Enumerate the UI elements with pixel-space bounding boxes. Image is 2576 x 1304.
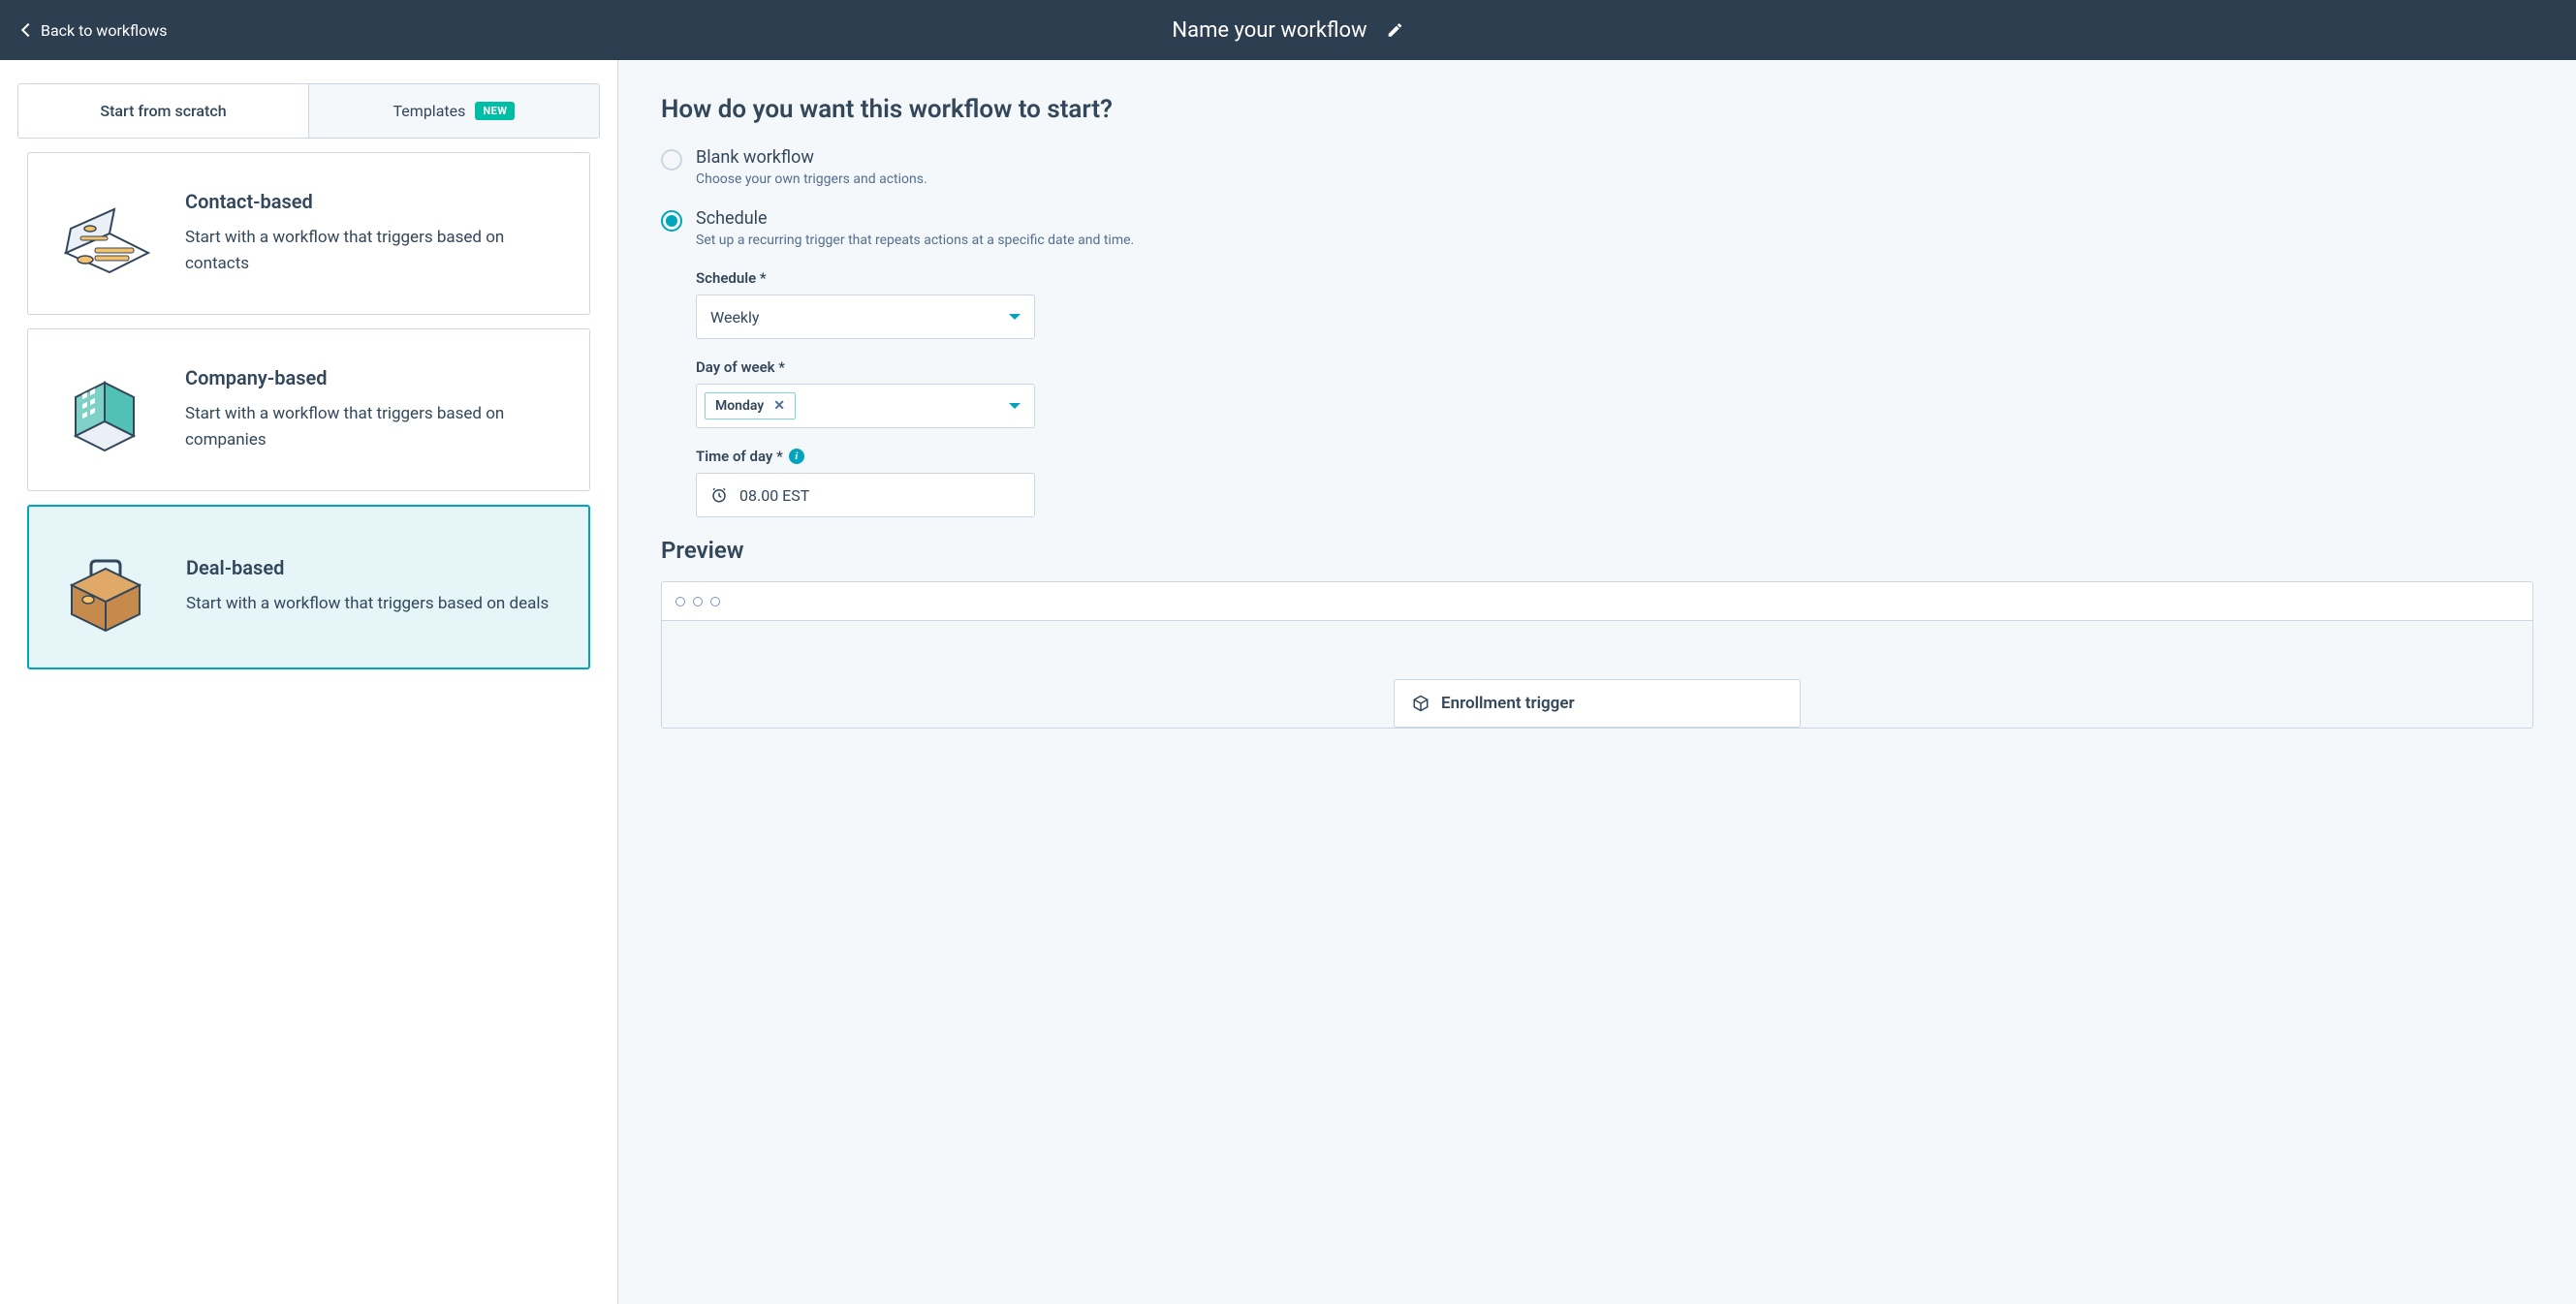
right-panel: How do you want this workflow to start? … <box>618 60 2576 1304</box>
radio-desc: Choose your own triggers and actions. <box>696 171 2533 187</box>
card-title: Deal-based <box>186 556 565 579</box>
day-of-week-field: Day of week * Monday ✕ <box>696 358 2533 428</box>
card-body: Deal-based Start with a workflow that tr… <box>186 556 565 617</box>
contact-icon <box>51 180 158 287</box>
caret-down-icon <box>1009 314 1021 320</box>
header-title-group: Name your workflow <box>1172 18 1403 43</box>
caret-down-icon <box>1009 403 1021 409</box>
deal-icon <box>52 534 159 640</box>
preview-body: Enrollment trigger <box>662 621 2532 728</box>
dow-chip: Monday ✕ <box>705 392 796 419</box>
radio-title: Schedule <box>696 208 2533 229</box>
tod-value: 08.00 EST <box>739 486 809 505</box>
card-company-based[interactable]: Company-based Start with a workflow that… <box>27 328 590 491</box>
window-dot-icon <box>693 597 703 606</box>
card-desc: Start with a workflow that triggers base… <box>185 401 566 453</box>
back-label: Back to workflows <box>41 21 167 40</box>
dow-select[interactable]: Monday ✕ <box>696 384 1035 428</box>
time-of-day-field: Time of day * i 08.00 EST <box>696 448 2533 517</box>
radio-blank[interactable] <box>661 149 682 171</box>
tabs: Start from scratch Templates NEW <box>17 83 600 139</box>
tab-templates-label: Templates <box>393 102 466 120</box>
tab-start-from-scratch[interactable]: Start from scratch <box>18 84 308 138</box>
new-badge: NEW <box>475 102 515 120</box>
tod-input[interactable]: 08.00 EST <box>696 473 1035 517</box>
card-desc: Start with a workflow that triggers base… <box>186 591 565 617</box>
radio-body: Blank workflow Choose your own triggers … <box>696 147 2533 187</box>
company-icon <box>51 357 158 463</box>
schedule-field: Schedule * Weekly <box>696 269 2533 339</box>
chip-remove-icon[interactable]: ✕ <box>773 398 785 414</box>
preview-titlebar <box>662 582 2532 621</box>
radio-option-schedule[interactable]: Schedule Set up a recurring trigger that… <box>661 208 2533 248</box>
info-icon[interactable]: i <box>789 449 804 464</box>
workflow-name-title: Name your workflow <box>1172 18 1367 43</box>
tod-label: Time of day * i <box>696 448 2533 465</box>
window-dot-icon <box>710 597 720 606</box>
trigger-header: Enrollment trigger <box>1395 680 1800 727</box>
schedule-label: Schedule * <box>696 269 2533 287</box>
tod-label-text: Time of day * <box>696 448 783 465</box>
card-body: Contact-based Start with a workflow that… <box>185 190 566 277</box>
chip-label: Monday <box>715 398 764 414</box>
schedule-value: Weekly <box>710 308 760 326</box>
card-title: Company-based <box>185 366 566 389</box>
clock-icon <box>710 486 728 504</box>
chevron-left-icon <box>21 23 35 37</box>
card-body: Company-based Start with a workflow that… <box>185 366 566 453</box>
radio-body: Schedule Set up a recurring trigger that… <box>696 208 2533 248</box>
enrollment-trigger-box[interactable]: Enrollment trigger <box>1394 679 1801 728</box>
tab-scratch-label: Start from scratch <box>100 102 226 120</box>
tab-templates[interactable]: Templates NEW <box>308 84 599 138</box>
card-desc: Start with a workflow that triggers base… <box>185 225 566 277</box>
card-title: Contact-based <box>185 190 566 213</box>
preview-frame: Enrollment trigger <box>661 581 2533 729</box>
schedule-select[interactable]: Weekly <box>696 295 1035 339</box>
left-panel: Start from scratch Templates NEW <box>0 60 618 1304</box>
dow-label: Day of week * <box>696 358 2533 376</box>
header-bar: Back to workflows Name your workflow <box>0 0 2576 60</box>
card-deal-based[interactable]: Deal-based Start with a workflow that tr… <box>27 505 590 669</box>
window-dot-icon <box>675 597 685 606</box>
cube-icon <box>1412 695 1429 712</box>
radio-schedule[interactable] <box>661 210 682 232</box>
back-to-workflows-link[interactable]: Back to workflows <box>23 21 167 40</box>
content-area: Start from scratch Templates NEW <box>0 60 2576 1304</box>
right-heading: How do you want this workflow to start? <box>661 95 2533 124</box>
card-contact-based[interactable]: Contact-based Start with a workflow that… <box>27 152 590 315</box>
preview-heading: Preview <box>661 537 2533 564</box>
radio-desc: Set up a recurring trigger that repeats … <box>696 233 2533 248</box>
pencil-icon[interactable] <box>1387 21 1404 39</box>
radio-title: Blank workflow <box>696 147 2533 168</box>
trigger-label: Enrollment trigger <box>1441 694 1575 713</box>
radio-option-blank[interactable]: Blank workflow Choose your own triggers … <box>661 147 2533 187</box>
